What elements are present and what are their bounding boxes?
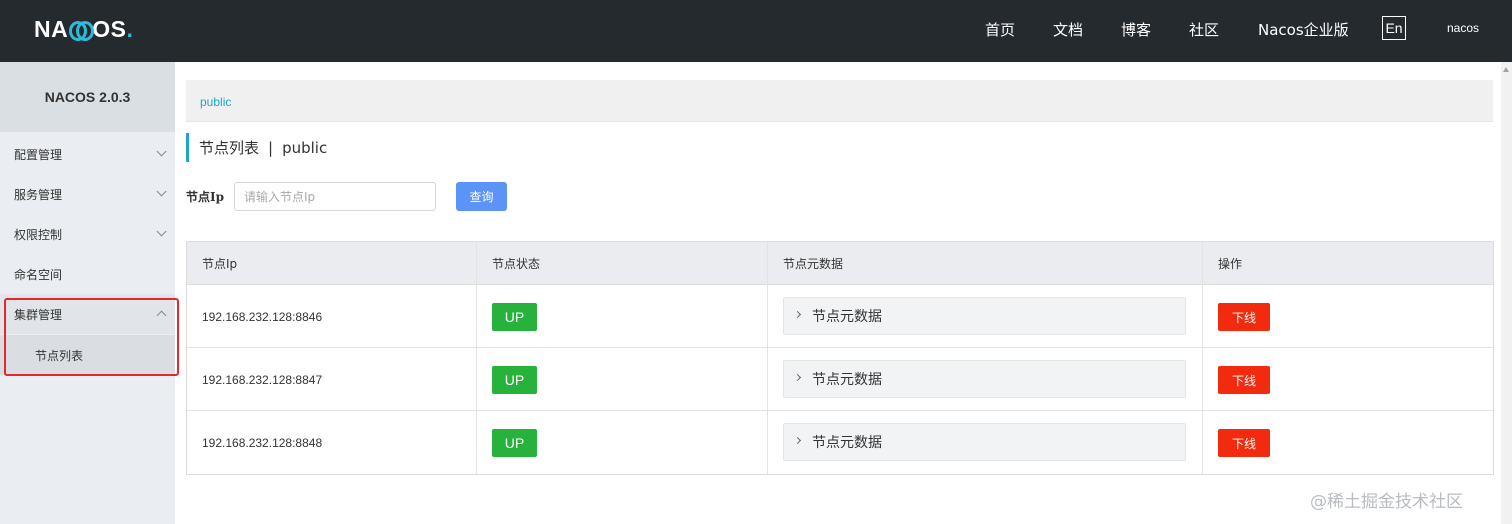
sidebar-item-label: 配置管理 [14, 147, 63, 162]
page-title: 节点列表 | public [186, 133, 327, 162]
nav-docs[interactable]: 文档 [1053, 19, 1083, 40]
logo-ring-icon [69, 19, 95, 41]
column-header-action: 操作 [1218, 257, 1243, 271]
node-ip-cell: 192.168.232.128:8848 [202, 435, 323, 450]
column-divider [476, 242, 477, 474]
column-divider [1202, 242, 1203, 474]
metadata-label: 节点元数据 [812, 372, 882, 388]
page-scrollbar[interactable] [1501, 62, 1512, 524]
offline-button[interactable]: 下线 [1218, 366, 1270, 394]
sidebar-version: NACOS 2.0.3 [0, 62, 175, 132]
status-badge: UP [492, 366, 537, 394]
user-menu[interactable]: nacos [1447, 21, 1479, 35]
logo-text: NA [34, 15, 69, 42]
sidebar-item-config[interactable]: 配置管理 [0, 134, 175, 174]
sidebar-item-auth[interactable]: 权限控制 [0, 214, 175, 254]
watermark: @稀土掘金技术社区 [1310, 492, 1463, 512]
status-badge: UP [492, 303, 537, 331]
nav-blog[interactable]: 博客 [1121, 19, 1151, 40]
table-row: 192.168.232.128:8848 UP 节点元数据 下线 [187, 411, 1493, 474]
table-row: 192.168.232.128:8846 UP 节点元数据 下线 [187, 285, 1493, 348]
query-button[interactable]: 查询 [456, 182, 507, 211]
node-table: 节点Ip 节点状态 节点元数据 操作 192.168.232.128:8846 … [186, 241, 1494, 475]
scroll-up-arrow-icon[interactable] [1503, 67, 1509, 72]
chevron-right-icon [793, 310, 802, 319]
nav-home[interactable]: 首页 [985, 19, 1015, 40]
logo-dot: . [126, 15, 134, 42]
column-header-ip: 节点Ip [202, 257, 238, 271]
metadata-expander[interactable]: 节点元数据 [783, 297, 1186, 335]
offline-button[interactable]: 下线 [1218, 429, 1270, 457]
logo-text-tail: OS [92, 15, 127, 42]
nav-enterprise[interactable]: Nacos企业版 [1258, 19, 1349, 40]
language-toggle-button[interactable]: En [1382, 16, 1406, 40]
chevron-down-icon [156, 146, 167, 157]
metadata-label: 节点元数据 [812, 435, 882, 451]
column-header-status: 节点状态 [492, 257, 541, 271]
status-badge: UP [492, 429, 537, 457]
page-title-separator: | [268, 138, 274, 157]
page-title-namespace: public [282, 138, 328, 157]
sidebar-item-label: 服务管理 [14, 187, 63, 202]
node-ip-cell: 192.168.232.128:8847 [202, 372, 323, 387]
namespace-bar: public [186, 80, 1493, 122]
metadata-label: 节点元数据 [812, 309, 882, 325]
chevron-down-icon [156, 226, 167, 237]
chevron-right-icon [793, 436, 802, 445]
page-title-text: 节点列表 [199, 139, 260, 157]
metadata-expander[interactable]: 节点元数据 [783, 360, 1186, 398]
node-ip-cell: 192.168.232.128:8846 [202, 309, 323, 324]
node-ip-label: 节点Ip [186, 190, 225, 204]
nacos-logo[interactable]: NA OS. [34, 15, 133, 43]
sidebar: NACOS 2.0.3 配置管理 服务管理 权限控制 命名空间 集群管理 节点列… [0, 62, 175, 524]
nav-community[interactable]: 社区 [1189, 19, 1219, 40]
top-navbar: NA OS. 首页 文档 博客 社区 Nacos企业版 En nacos [0, 0, 1512, 62]
sidebar-item-label: 权限控制 [14, 227, 63, 242]
sidebar-item-label: 命名空间 [14, 267, 63, 282]
metadata-expander[interactable]: 节点元数据 [783, 423, 1186, 461]
node-ip-input[interactable] [234, 182, 436, 211]
sidebar-item-service[interactable]: 服务管理 [0, 174, 175, 214]
table-row: 192.168.232.128:8847 UP 节点元数据 下线 [187, 348, 1493, 411]
chevron-right-icon [793, 373, 802, 382]
sidebar-item-namespace[interactable]: 命名空间 [0, 254, 175, 294]
offline-button[interactable]: 下线 [1218, 303, 1270, 331]
chevron-down-icon [156, 186, 167, 197]
table-header: 节点Ip 节点状态 节点元数据 操作 [187, 242, 1493, 285]
column-divider [767, 242, 768, 474]
column-header-metadata: 节点元数据 [783, 257, 844, 271]
namespace-public-link[interactable]: public [200, 95, 231, 109]
highlight-annotation [4, 298, 179, 376]
